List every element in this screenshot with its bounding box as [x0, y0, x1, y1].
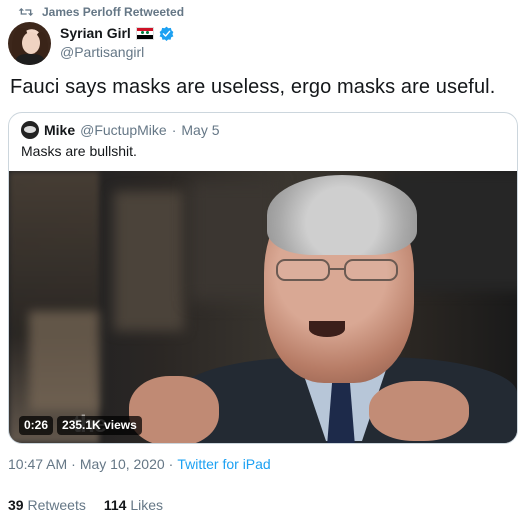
separator-dot: ·: [171, 122, 177, 138]
syria-flag-icon: [135, 26, 154, 40]
quoted-tweet-text: Masks are bullshit.: [21, 143, 137, 159]
quoted-tweet-card[interactable]: Mike @FuctupMike · May 5 Masks are bulls…: [8, 112, 518, 444]
author-info: Syrian Girl @Partisangirl: [60, 24, 174, 60]
retweets-label: Retweets: [27, 497, 86, 513]
author-avatar[interactable]: [8, 22, 51, 65]
glasses-graphic: [276, 259, 398, 281]
tweet-stats: 39 Retweets 114 Likes: [8, 497, 163, 513]
quoted-tweet-header: Mike @FuctupMike · May 5: [21, 121, 220, 139]
separator-dot: ·: [168, 456, 174, 472]
quoted-author-handle[interactable]: @FuctupMike: [80, 122, 167, 138]
author-display-name[interactable]: Syrian Girl: [60, 25, 131, 41]
quoted-author-avatar[interactable]: [21, 121, 39, 139]
retweets-count: 39: [8, 497, 24, 513]
retweets-stat[interactable]: 39 Retweets: [8, 497, 86, 513]
quoted-tweet-date[interactable]: May 5: [181, 122, 219, 138]
tweet-date[interactable]: May 10, 2020: [80, 456, 165, 472]
tweet-time[interactable]: 10:47 AM: [8, 456, 67, 472]
video-duration-badge: 0:26: [19, 416, 54, 435]
video-player[interactable]: the 0:26 235.1K views: [9, 171, 517, 443]
verified-badge-icon: [159, 26, 174, 41]
likes-label: Likes: [130, 497, 163, 513]
tweet-text: Fauci says masks are useless, ergo masks…: [10, 76, 496, 98]
tweet-source-link[interactable]: Twitter for iPad: [177, 456, 270, 472]
likes-count: 114: [103, 497, 127, 513]
quoted-author-name[interactable]: Mike: [44, 122, 75, 138]
tweet-meta: 10:47 AM · May 10, 2020 · Twitter for iP…: [8, 456, 271, 472]
retweet-icon: [18, 8, 34, 16]
likes-stat[interactable]: 114 Likes: [104, 497, 163, 513]
video-views-badge: 235.1K views: [57, 416, 142, 435]
author-handle[interactable]: @Partisangirl: [60, 44, 174, 60]
video-info-badges: 0:26 235.1K views: [19, 416, 142, 435]
retweet-label[interactable]: James Perloff Retweeted: [42, 5, 184, 19]
separator-dot: ·: [71, 456, 76, 472]
retweet-header: James Perloff Retweeted: [18, 4, 184, 20]
